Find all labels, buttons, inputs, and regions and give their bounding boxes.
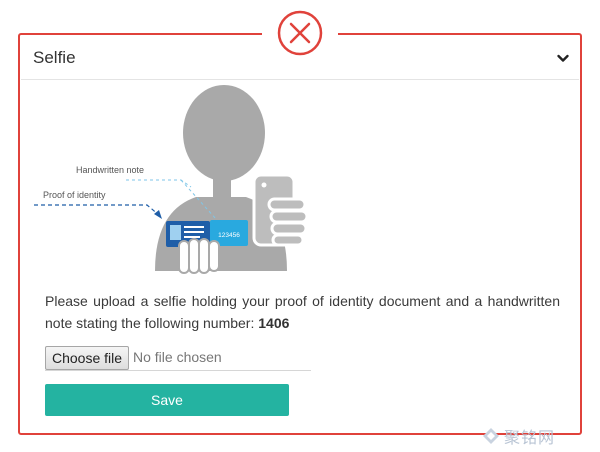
selfie-illustration: 123456 Handwritten note Proof of identit…	[34, 85, 309, 274]
verification-number: 1406	[258, 315, 290, 331]
left-hand-shape	[178, 238, 220, 274]
right-hand-shape	[267, 197, 309, 247]
close-circle-icon	[277, 10, 323, 56]
choose-file-button[interactable]: Choose file	[45, 346, 130, 370]
chevron-down-icon[interactable]	[555, 50, 571, 66]
watermark: 聚铭网	[482, 424, 555, 448]
panel-title: Selfie	[33, 48, 76, 67]
selfie-panel: Selfie 123456 Handwritten note Proof of …	[21, 36, 579, 432]
save-button[interactable]: Save	[45, 384, 289, 416]
file-status-text: No file chosen	[133, 349, 222, 365]
person-head-shape	[183, 85, 265, 181]
watermark-text: 聚铭网	[504, 428, 556, 447]
label-proof-of-identity: Proof of identity	[43, 190, 106, 200]
instructions-text: Please upload a selfie holding your proo…	[45, 293, 560, 331]
file-input[interactable]: Choose file No file chosen	[45, 346, 311, 371]
label-handwritten-note: Handwritten note	[76, 165, 144, 175]
person-neck-shape	[213, 179, 231, 201]
close-button[interactable]	[262, 5, 338, 61]
note-number: 123456	[218, 232, 240, 239]
watermark-logo-icon	[483, 428, 499, 444]
upload-instructions: Please upload a selfie holding your proo…	[45, 290, 560, 334]
